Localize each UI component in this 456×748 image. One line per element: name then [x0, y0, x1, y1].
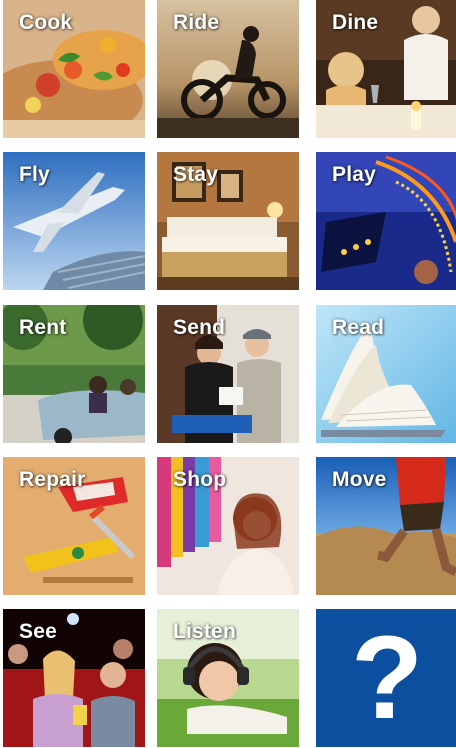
tile-label: Send [173, 316, 226, 339]
tile-label: Stay [173, 163, 219, 186]
tile-play[interactable]: Play [316, 152, 456, 290]
tile-label: Rent [19, 316, 67, 339]
tile-rent[interactable]: Rent [3, 305, 145, 443]
tile-label: Dine [332, 11, 379, 34]
help-tile[interactable]: ? [316, 609, 456, 747]
question-mark-icon: ? [350, 612, 424, 744]
tile-listen[interactable]: Listen [157, 609, 299, 747]
tile-read[interactable]: Read [316, 305, 456, 443]
tile-see[interactable]: See [3, 609, 145, 747]
tile-label: Cook [19, 11, 73, 34]
tile-label: Play [332, 163, 376, 186]
tile-label: Listen [173, 620, 237, 643]
tile-repair[interactable]: Repair [3, 457, 145, 595]
tile-label: Shop [173, 468, 227, 491]
tile-cook[interactable]: Cook [3, 0, 145, 138]
tile-stay[interactable]: Stay [157, 152, 299, 290]
tile-label: Move [332, 468, 387, 491]
tile-ride[interactable]: Ride [157, 0, 299, 138]
tile-label: Fly [19, 163, 50, 186]
category-grid: Cook Ride Dine Fly Stay Play Rent Send R… [0, 0, 456, 748]
tile-label: Read [332, 316, 385, 339]
tile-dine[interactable]: Dine [316, 0, 456, 138]
tile-fly[interactable]: Fly [3, 152, 145, 290]
tile-label: See [19, 620, 57, 643]
tile-label: Repair [19, 468, 86, 491]
tile-move[interactable]: Move [316, 457, 456, 595]
tile-label: Ride [173, 11, 220, 34]
tile-send[interactable]: Send [157, 305, 299, 443]
tile-shop[interactable]: Shop [157, 457, 299, 595]
